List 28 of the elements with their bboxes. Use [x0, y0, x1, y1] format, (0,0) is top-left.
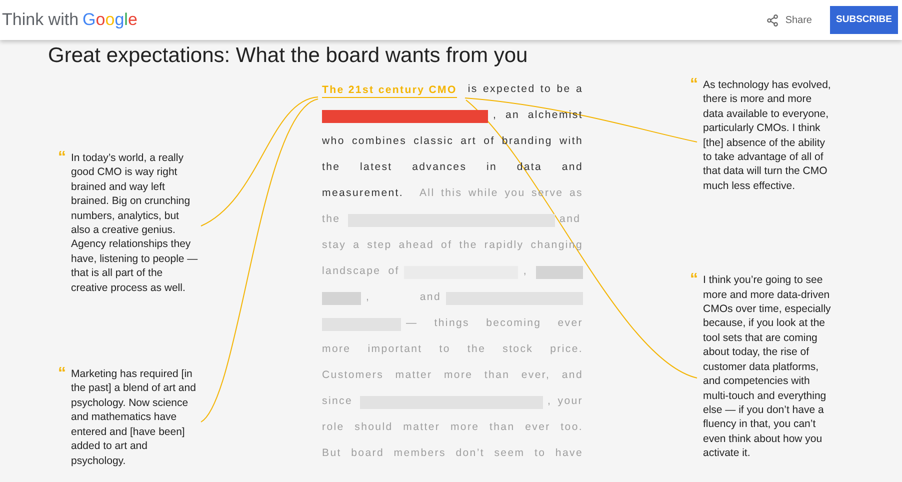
share-button[interactable]: Share	[766, 12, 812, 28]
quote-text: Marketing has required [in the past] a blend of art and psychology. Now science and mathematics have entered and [have been] added to art and psychology.	[71, 367, 197, 468]
paragraph-text: , and	[366, 290, 441, 306]
subscribe-button[interactable]: SUBSCRIBE	[830, 6, 898, 34]
quote-mark: “	[58, 151, 66, 168]
quote-mark: “	[690, 273, 698, 290]
brand-logo[interactable]: Think with Google	[2, 7, 138, 33]
paragraph-text: measurement.	[322, 186, 405, 202]
paragraph-text: more important to the stock price.	[322, 342, 583, 358]
paragraph-text: — things becoming ever	[406, 316, 583, 332]
quote-text: In today’s world, a really good CMO is way right brained and way left brained. Big on crunching numbers, analytics, but also a creative genius. Agency relationships they have, listening to people — that is all part of the creative process as well.	[71, 151, 198, 296]
paragraph-text: role should matter more than ever too.	[322, 420, 583, 436]
paragraph-text: , an alchemist	[493, 108, 583, 124]
paragraph-text: Customers matter more than ever, and	[322, 368, 583, 384]
share-icon	[766, 14, 780, 26]
paragraph-text: since	[322, 394, 354, 410]
quote-text: I think you’re going to see more and more data-driven CMOs over time, especially because, if you look at the tool sets that are coming about today, the rise of customer data platforms, and competencies with multi-touch and everything else — if you don’t have a fluency in that, you can’t even think about how you activate it.	[703, 273, 831, 461]
paragraph-text: the	[322, 212, 342, 228]
quote-text: As technology has evolved, there is more and more data available to everyone, particularly CMOs. I think [the] absence of the ability to take advantage of all of that data will turn the CMO much less effective.	[703, 78, 831, 194]
quote-mark: “	[58, 367, 66, 384]
paragraph-text: , your	[548, 394, 584, 410]
paragraph-text: But board members don’t seem to have	[322, 446, 583, 462]
paragraph-text: is expected to be a	[468, 82, 583, 98]
quote-mark: “	[690, 78, 698, 95]
paragraph-text: ,	[523, 264, 529, 280]
paragraph-text: landscape of	[322, 264, 400, 280]
article-title: Great expectations: What the board wants from you	[48, 43, 529, 69]
paragraph-text: and	[560, 212, 582, 228]
